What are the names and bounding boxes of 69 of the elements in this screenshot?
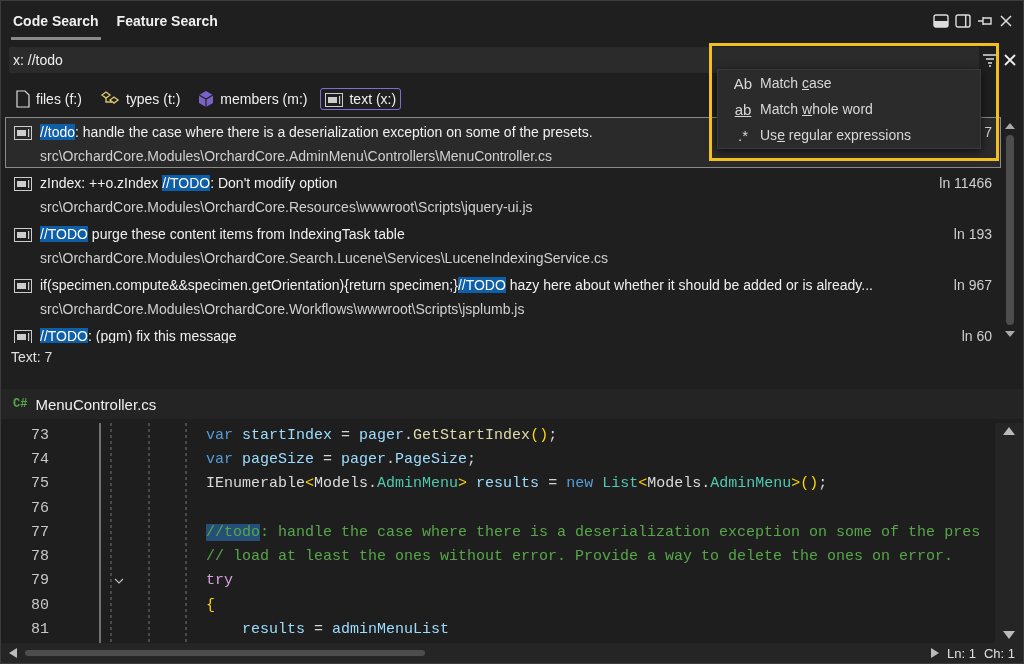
column-indicator: Ch: 1 (983, 645, 1015, 661)
cube-icon (198, 90, 215, 108)
file-path: src\OrchardCore.Modules\OrchardCore.Search.Lucene\Services\LuceneIndexingService.cs (40, 249, 610, 268)
line-number: ln 60 (960, 328, 992, 343)
scroll-down-icon[interactable] (1003, 631, 1015, 639)
line-number: 77 (30, 523, 49, 541)
code-line: //todo: handle the case where there is a deserialization exception on some of the pres (205, 523, 981, 541)
collapse-chevron-icon[interactable] (114, 577, 124, 584)
code-line: var startIndex = pager.GetStartIndex(); (205, 426, 558, 444)
line-number: 76 (30, 499, 49, 517)
file-path: src\OrchardCore.Modules\OrchardCore.Resources\wwwroot\Scripts\jquery-ui.js (40, 198, 534, 217)
code-line: IEnumerable<Models.AdminMenu> results = new List<Models.AdminMenu>(); (205, 475, 828, 493)
code-line: { (205, 596, 215, 614)
clear-button[interactable] (1001, 54, 1019, 66)
text-field-icon (14, 330, 32, 343)
text-field-icon (14, 279, 32, 293)
scroll-up-icon[interactable] (1003, 427, 1015, 435)
code-line: var pageSize = pager.PageSize; (205, 450, 477, 468)
line-number: 75 (30, 475, 49, 493)
dock-bottom-icon[interactable] (933, 14, 949, 28)
line-number: 74 (30, 450, 49, 468)
filter-toggle[interactable]: members (m:) (193, 87, 313, 111)
result-row[interactable]: //TODO: (pgm) fix this message ln 60 (5, 321, 1001, 343)
code-line: // load at least the ones without error. Provide a way to delete the ones on error. (205, 548, 954, 566)
code-line: results = adminMenuList (241, 621, 450, 638)
search-field[interactable]: x: //todo (9, 47, 979, 73)
code-line: try (205, 572, 233, 590)
line-number: 7 (983, 124, 992, 142)
line-number: 73 (30, 426, 49, 444)
result-count: Text: 7 (11, 349, 53, 365)
language-label: C# (13, 397, 28, 411)
text-field-icon (325, 93, 344, 107)
line-number: 80 (30, 596, 49, 614)
result-line: zIndex: ++o.zIndex //TODO: Don't modify option (40, 175, 339, 191)
text-field-icon (14, 126, 32, 140)
line-number: 79 (30, 572, 49, 590)
filter-toggle[interactable]: types (t:) (94, 87, 186, 111)
scroll-right-icon[interactable] (931, 648, 939, 658)
tab[interactable]: Feature Search (114, 2, 220, 40)
text-field-icon (14, 177, 32, 191)
line-number: 78 (30, 548, 49, 566)
scroll-thumb[interactable] (25, 650, 425, 656)
menu-item[interactable]: .* Use regular expressions (718, 122, 980, 148)
menu-item[interactable]: Ab Match case (718, 70, 980, 96)
scroll-up-icon[interactable] (1005, 123, 1015, 129)
result-line: //TODO purge these content items from IndexingTask table (40, 226, 406, 242)
file-name: MenuController.cs (35, 395, 157, 413)
close-icon (1004, 54, 1016, 66)
pin-icon[interactable] (977, 14, 993, 28)
scroll-down-icon[interactable] (1005, 331, 1015, 337)
dock-side-icon[interactable] (955, 14, 971, 28)
line-indicator: Ln: 1 (947, 645, 976, 661)
scroll-thumb[interactable] (1006, 135, 1014, 325)
result-line: //TODO: (pgm) fix this message (40, 328, 238, 343)
line-number: ln 193 (952, 226, 992, 244)
file-path: src\OrchardCore.Modules\OrchardCore.AdminMenu\Controllers\MenuController.cs (40, 147, 553, 166)
scroll-left-icon[interactable] (9, 648, 17, 658)
filter-icon (982, 52, 998, 68)
line-number: ln 11466 (938, 175, 992, 193)
scrollbar[interactable] (995, 423, 1023, 643)
close-icon[interactable] (999, 14, 1013, 28)
file-icon (16, 90, 30, 108)
line-number: ln 967 (952, 277, 992, 295)
filter-toggle[interactable]: text (x:) (320, 88, 402, 110)
text-field-icon (14, 228, 32, 242)
file-path: src\OrchardCore.Modules\OrchardCore.Workflows\wwwroot\Scripts\jsplumb.js (40, 300, 526, 319)
line-number: 81 (30, 621, 49, 638)
tab[interactable]: Code Search (11, 2, 101, 40)
filter-toggle[interactable]: files (f:) (11, 87, 87, 111)
